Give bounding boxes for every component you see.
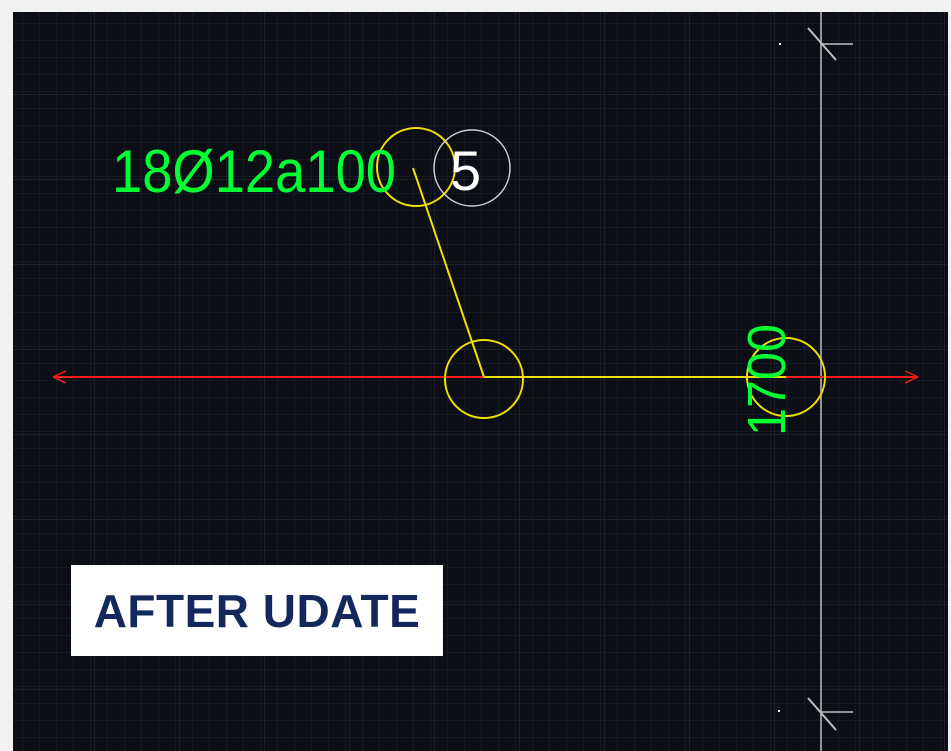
bar-mark-number[interactable]: 5 (450, 139, 481, 202)
cad-viewport[interactable]: 18Ø12a100 5 1700 AFTER UDATE (13, 12, 948, 751)
rebar-label[interactable]: 18Ø12a100 (112, 138, 396, 205)
caption-box: AFTER UDATE (71, 565, 443, 656)
caption-text: AFTER UDATE (93, 584, 421, 637)
dimension-value[interactable]: 1700 (737, 324, 797, 436)
snap-dot-top (779, 43, 781, 45)
snap-dot-bottom (778, 710, 780, 712)
screenshot-frame: 18Ø12a100 5 1700 AFTER UDATE (0, 0, 951, 751)
